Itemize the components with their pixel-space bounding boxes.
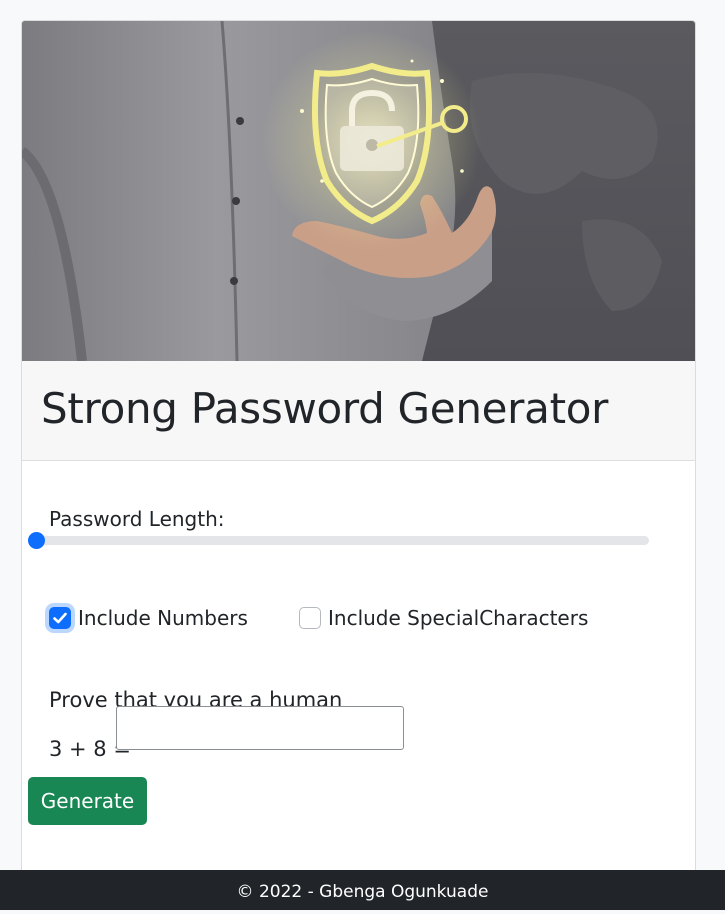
page-title: Strong Password Generator xyxy=(41,384,609,433)
generate-button[interactable]: Generate xyxy=(28,777,147,825)
hero-image xyxy=(22,21,695,361)
password-length-label: Password Length: xyxy=(49,507,225,531)
password-length-slider[interactable] xyxy=(28,532,649,549)
card-header: Strong Password Generator xyxy=(22,361,695,461)
include-numbers-label[interactable]: Include Numbers xyxy=(78,605,248,631)
footer-copyright: © 2022 - Gbenga Ogunkuade xyxy=(236,882,489,902)
include-special-checkbox[interactable] xyxy=(299,607,321,629)
slider-thumb[interactable] xyxy=(28,532,45,549)
captcha-answer-input[interactable] xyxy=(116,706,404,750)
check-icon xyxy=(53,612,67,624)
include-numbers-checkbox[interactable] xyxy=(49,607,71,629)
include-special-label[interactable]: Include SpecialCharacters xyxy=(328,605,588,631)
footer: © 2022 - Gbenga Ogunkuade xyxy=(0,870,725,910)
